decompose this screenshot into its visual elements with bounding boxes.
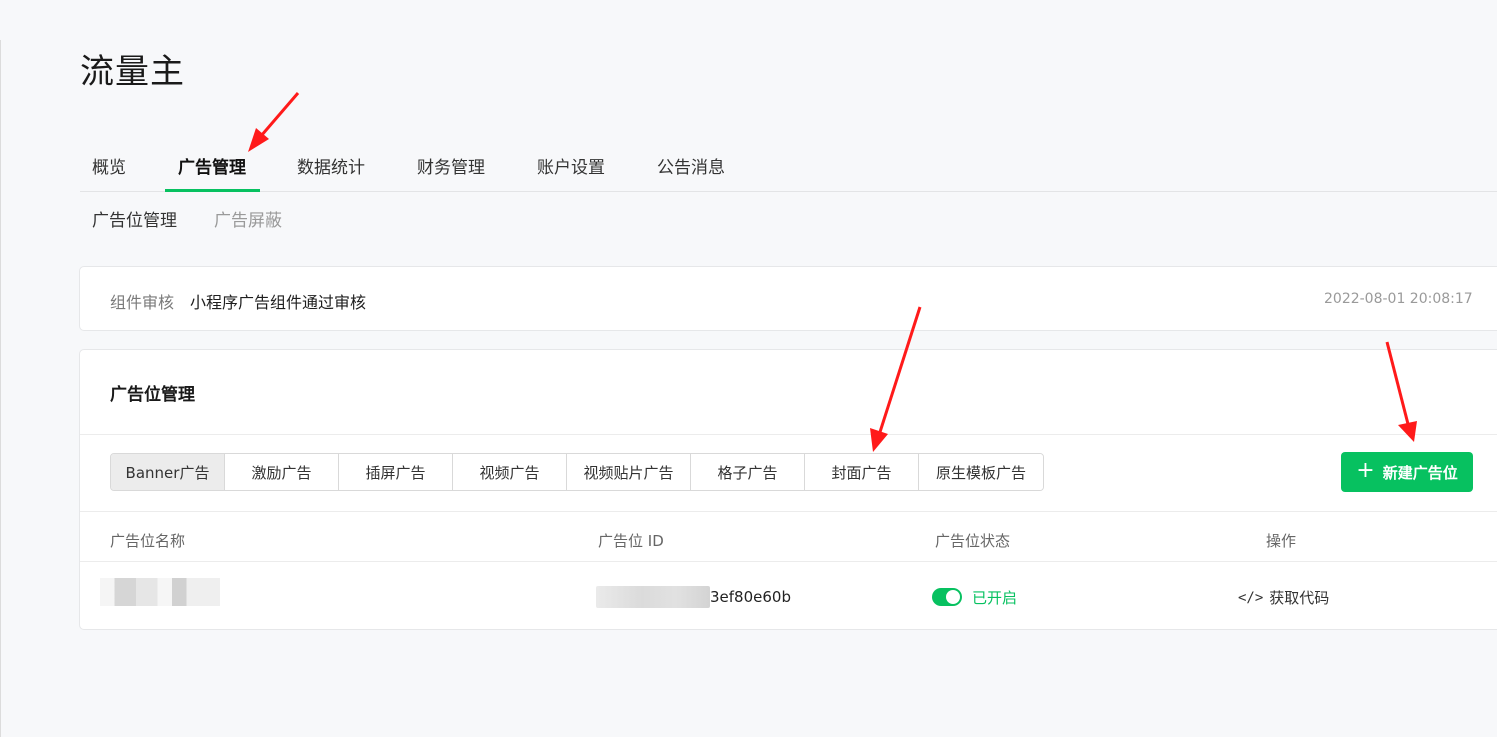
- subnav-ad-blocking[interactable]: 广告屏蔽: [214, 206, 282, 231]
- redacted-slot-name: [100, 578, 220, 606]
- notice-label: 组件审核: [110, 293, 175, 312]
- get-code-label: 获取代码: [1269, 589, 1330, 607]
- ad-slot-card: 广告位管理 Banner广告 激励广告 插屏广告 视频广告 视频贴片广告 格子广…: [79, 349, 1497, 630]
- slot-id-visible: 3ef80e60b: [710, 588, 791, 606]
- active-tab-indicator: [165, 189, 260, 192]
- tab-data-statistics[interactable]: 数据统计: [297, 153, 365, 191]
- ad-type-native-template[interactable]: 原生模板广告: [919, 454, 1043, 490]
- ad-type-video-patch[interactable]: 视频贴片广告: [567, 454, 691, 490]
- status-toggle[interactable]: [932, 588, 962, 606]
- ad-type-banner[interactable]: Banner广告: [111, 454, 225, 490]
- get-code-link[interactable]: </> 获取代码: [1238, 587, 1329, 608]
- divider: [80, 434, 1497, 435]
- ad-type-cover[interactable]: 封面广告: [805, 454, 919, 490]
- card-title: 广告位管理: [110, 385, 195, 405]
- tab-overview[interactable]: 概览: [92, 153, 126, 191]
- subnav-ad-slot-management[interactable]: 广告位管理: [92, 206, 177, 231]
- ad-type-interstitial[interactable]: 插屏广告: [339, 454, 453, 490]
- tab-account-settings[interactable]: 账户设置: [537, 153, 605, 191]
- divider: [80, 511, 1497, 512]
- tab-announcements[interactable]: 公告消息: [657, 153, 725, 191]
- toggle-knob: [946, 590, 960, 604]
- window-left-edge: [0, 40, 1, 737]
- notice-card: 组件审核 小程序广告组件通过审核 2022-08-01 20:08:17: [79, 266, 1497, 331]
- ad-type-video[interactable]: 视频广告: [453, 454, 567, 490]
- plus-icon: +: [1356, 458, 1375, 483]
- divider: [80, 561, 1497, 562]
- status-text: 已开启: [972, 589, 1018, 607]
- column-header-actions: 操作: [1266, 532, 1297, 550]
- page-title: 流量主: [80, 52, 185, 92]
- redacted-slot-id: [596, 586, 710, 608]
- code-icon: </>: [1238, 589, 1264, 606]
- tab-ad-management[interactable]: 广告管理: [178, 153, 246, 191]
- tab-finance[interactable]: 财务管理: [417, 153, 485, 191]
- notice-text: 小程序广告组件通过审核: [190, 293, 367, 312]
- column-header-name: 广告位名称: [110, 532, 186, 550]
- new-ad-slot-button[interactable]: + 新建广告位: [1341, 452, 1473, 492]
- column-header-status: 广告位状态: [935, 532, 1011, 550]
- column-header-id: 广告位 ID: [598, 532, 664, 550]
- main-nav: 概览 广告管理 数据统计 财务管理 账户设置 公告消息: [80, 140, 1497, 192]
- ad-type-selector: Banner广告 激励广告 插屏广告 视频广告 视频贴片广告 格子广告 封面广告…: [110, 453, 1044, 491]
- ad-type-rewarded[interactable]: 激励广告: [225, 454, 339, 490]
- new-ad-slot-label: 新建广告位: [1382, 463, 1458, 482]
- notice-time: 2022-08-01 20:08:17: [1324, 291, 1473, 307]
- ad-type-grid[interactable]: 格子广告: [691, 454, 805, 490]
